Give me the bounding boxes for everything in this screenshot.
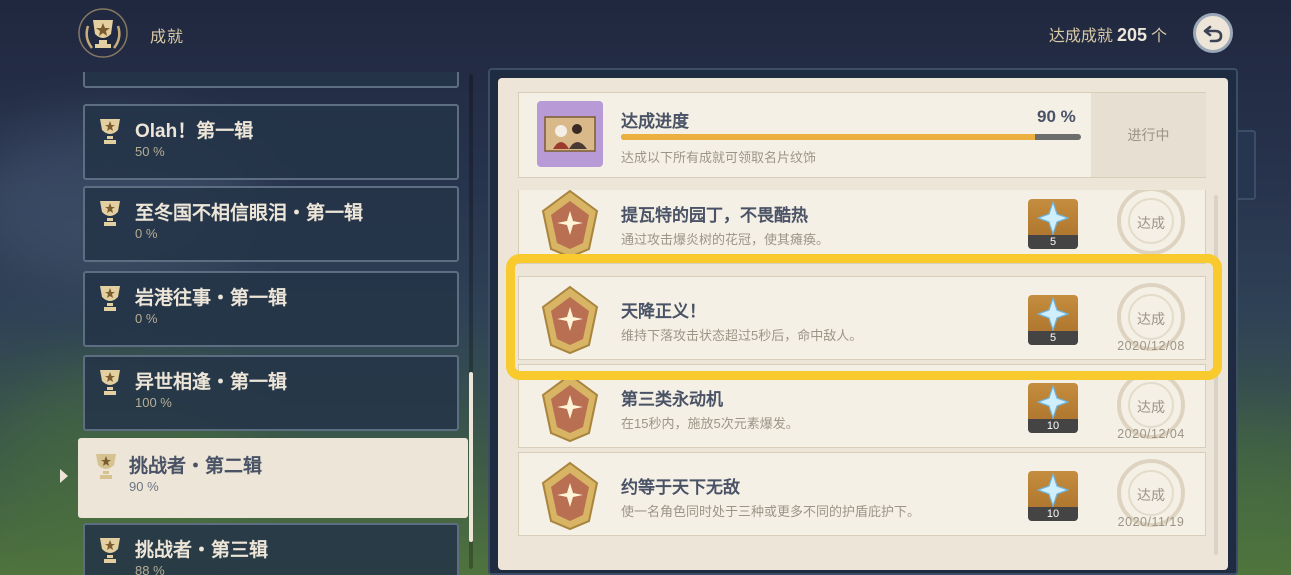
achievement-badge-icon (541, 461, 599, 531)
category-item[interactable]: 异世相逢・第一辑 100 % (83, 355, 459, 431)
completion-date: 2020/12/08 (1117, 339, 1185, 353)
category-percent: 0 % (135, 226, 158, 241)
panel-side-tab (1236, 130, 1256, 200)
achievement-badge-icon (541, 190, 599, 259)
back-button[interactable] (1193, 13, 1233, 53)
progress-bar (621, 134, 1081, 140)
progress-status: 进行中 (1091, 93, 1206, 177)
selection-arrow-icon (60, 469, 68, 483)
achievement-row[interactable]: 天降正义！ 维持下落攻击状态超过5秒后，命中敌人。 5 达成 2020/12/0… (518, 276, 1206, 360)
progress-card: 达成进度 90 % 达成以下所有成就可领取名片纹饰 进行中 (518, 92, 1206, 178)
completion-stamp: 达成 2020/11/19 (1101, 459, 1201, 531)
category-item[interactable]: 岩港往事・第一辑 0 % (83, 271, 459, 347)
achievement-badge-icon (541, 285, 599, 355)
reward-item[interactable]: 10 (1028, 383, 1078, 433)
reward-quantity: 5 (1028, 331, 1078, 345)
namecard-image-icon (544, 116, 596, 152)
achievement-description: 在15秒内，施放5次元素爆发。 (621, 416, 799, 431)
achievement-badge-icon (541, 373, 599, 443)
category-item-selected[interactable]: 挑战者・第二辑 90 % (78, 438, 468, 518)
category-percent: 50 % (135, 144, 165, 159)
completion-stamp: 达成 2020/12/04 (1101, 371, 1201, 443)
reward-item[interactable]: 5 (1028, 295, 1078, 345)
achievement-count-prefix: 达成成就 (1048, 28, 1113, 45)
achievement-title: 第三类永动机 (621, 390, 723, 409)
achievement-row[interactable]: 约等于天下无敌 使一名角色同时处于三种或更多不同的护盾庇护下。 10 达成 20… (518, 452, 1206, 536)
achievement-title: 天降正义！ (621, 302, 706, 321)
completion-date: 2020/11/19 (1117, 515, 1185, 529)
category-trophy-icon (100, 201, 120, 226)
category-name: 至冬国不相信眼泪・第一辑 (135, 203, 364, 224)
back-arrow-icon (1203, 25, 1223, 43)
completion-stamp: 达成 2020/12/08 (1101, 283, 1201, 355)
category-trophy-icon (100, 370, 120, 395)
achievement-row[interactable]: 第三类永动机 在15秒内，施放5次元素爆发。 10 达成 2020/12/04 (518, 364, 1206, 448)
achievement-count: 达成成就 205 个 (1049, 22, 1167, 46)
reward-item[interactable]: 10 (1028, 471, 1078, 521)
primogem-icon (1037, 385, 1069, 419)
completion-status: 达成 (1137, 399, 1165, 415)
achievement-row[interactable]: 提瓦特的园丁，不畏酷热 通过攻击爆炎树的花冠，使其瘫痪。 5 达成 (518, 190, 1206, 264)
category-list[interactable]: Olah！第一辑 50 % 至冬国不相信眼泪・第一辑 0 % 岩港往事・第一辑 … (78, 72, 468, 575)
achievement-title: 提瓦特的园丁，不畏酷热 (621, 206, 808, 225)
reward-quantity: 10 (1028, 419, 1078, 433)
completion-date: 2020/12/04 (1117, 427, 1185, 441)
category-trophy-icon (96, 454, 116, 479)
category-item[interactable]: 至冬国不相信眼泪・第一辑 0 % (83, 186, 459, 262)
achievement-count-suffix: 个 (1150, 28, 1167, 45)
progress-description: 达成以下所有成就可领取名片纹饰 (621, 150, 817, 165)
achievement-description: 维持下落攻击状态超过5秒后，命中敌人。 (621, 328, 863, 343)
primogem-icon (1037, 297, 1069, 331)
primogem-icon (1037, 473, 1069, 507)
achievement-scrollbar[interactable] (1214, 195, 1218, 555)
reward-quantity: 10 (1028, 507, 1078, 521)
completion-status: 达成 (1137, 311, 1165, 327)
progress-bar-fill (621, 134, 1035, 140)
category-name: Olah！第一辑 (135, 121, 254, 142)
primogem-icon (1037, 201, 1069, 235)
category-trophy-icon (100, 286, 120, 311)
category-item[interactable]: Olah！第一辑 50 % (83, 104, 459, 180)
achievement-count-value: 205 (1116, 25, 1147, 45)
category-name: 挑战者・第二辑 (129, 456, 263, 477)
achievement-trophy-icon (78, 8, 128, 58)
category-percent: 88 % (135, 563, 165, 575)
category-percent: 0 % (135, 311, 158, 326)
reward-item[interactable]: 5 (1028, 199, 1078, 249)
progress-title: 达成进度 (621, 112, 689, 131)
category-name: 岩港往事・第一辑 (135, 288, 288, 309)
reward-quantity: 5 (1028, 235, 1078, 249)
category-trophy-icon (100, 538, 120, 563)
namecard-thumbnail (537, 101, 603, 167)
category-name: 异世相逢・第一辑 (135, 372, 288, 393)
completion-stamp: 达成 (1101, 190, 1201, 259)
category-name: 挑战者・第三辑 (135, 540, 269, 561)
category-trophy-icon (100, 119, 120, 144)
category-percent: 100 % (135, 395, 172, 410)
completion-status: 达成 (1137, 215, 1165, 231)
category-scrollbar-thumb[interactable] (469, 372, 473, 542)
category-item[interactable]: 挑战者・第三辑 88 % (83, 523, 459, 575)
progress-percent: 90 % (1037, 107, 1076, 126)
achievement-description: 使一名角色同时处于三种或更多不同的护盾庇护下。 (621, 504, 921, 519)
category-item[interactable] (83, 72, 459, 88)
completion-status: 达成 (1137, 487, 1165, 503)
page-title: 成就 (150, 29, 185, 46)
achievement-list[interactable]: 提瓦特的园丁，不畏酷热 通过攻击爆炎树的花冠，使其瘫痪。 5 达成 天降正义！ … (518, 190, 1206, 562)
achievement-description: 通过攻击爆炎树的花冠，使其瘫痪。 (621, 232, 830, 247)
category-percent: 90 % (129, 479, 159, 494)
achievement-title: 约等于天下无敌 (621, 478, 740, 497)
